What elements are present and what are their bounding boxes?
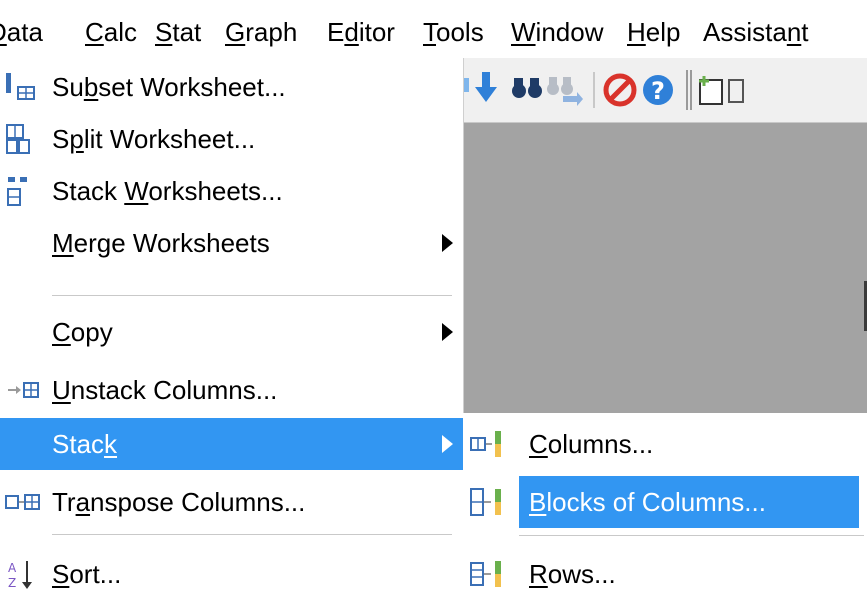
- menu-stat[interactable]: Stat: [155, 0, 201, 58]
- sort-icon: A Z: [8, 561, 32, 590]
- menu-item-copy[interactable]: Copy: [0, 306, 463, 358]
- stack-submenu: Columns... Blocks of Columns... Rows...: [463, 413, 867, 600]
- menu-item-label: Transpose Columns...: [52, 487, 306, 517]
- menu-tools[interactable]: Tools: [423, 0, 484, 58]
- menu-calc[interactable]: Calc: [85, 0, 137, 58]
- menu-assistant[interactable]: Assistant: [703, 0, 809, 58]
- transpose-columns-icon: [5, 494, 40, 510]
- menu-item-label: Merge Worksheets: [52, 228, 270, 258]
- help-icon[interactable]: ?: [643, 75, 673, 105]
- menu-item-sort[interactable]: A Z Sort...: [0, 548, 463, 600]
- menu-item-subset-worksheet[interactable]: Subset Worksheet...: [0, 61, 463, 113]
- down-arrow-icon[interactable]: [475, 72, 497, 102]
- submenu-item-label: Blocks of Columns...: [519, 476, 859, 528]
- svg-text:A: A: [8, 561, 17, 575]
- submenu-arrow-icon: [442, 234, 453, 252]
- toolbar: ?: [463, 58, 867, 123]
- menu-item-stack[interactable]: Stack: [0, 418, 463, 470]
- stack-blocks-icon: [470, 488, 501, 516]
- stack-rows-icon: [470, 561, 501, 587]
- submenu-item-blocks-of-columns[interactable]: Blocks of Columns...: [463, 476, 867, 528]
- menu-help[interactable]: Help: [627, 0, 680, 58]
- workspace-area: [463, 123, 867, 413]
- stop-icon[interactable]: [603, 73, 637, 107]
- menu-item-label: Split Worksheet...: [52, 124, 256, 154]
- menu-item-label: Copy: [52, 317, 113, 347]
- subset-worksheet-icon: [6, 73, 35, 100]
- menu-bar: Data Calc Stat Graph Editor Tools Window…: [0, 0, 867, 58]
- menu-separator: [52, 534, 452, 535]
- menu-window[interactable]: Window: [511, 0, 603, 58]
- menu-item-unstack-columns[interactable]: Unstack Columns...: [0, 364, 463, 416]
- stack-columns-icon: [470, 431, 501, 457]
- submenu-separator: [519, 535, 864, 536]
- svg-text:Z: Z: [8, 576, 16, 590]
- menu-data[interactable]: Data: [0, 0, 43, 58]
- new-note-icon[interactable]: [699, 76, 723, 105]
- menu-separator: [52, 295, 452, 296]
- menu-item-merge-worksheets[interactable]: Merge Worksheets: [0, 217, 463, 269]
- menu-item-label: Stack Worksheets...: [52, 176, 283, 206]
- submenu-item-label: Rows...: [529, 559, 616, 589]
- menu-item-label: Stack: [52, 429, 118, 459]
- svg-text:?: ?: [651, 77, 665, 105]
- menu-item-label: Subset Worksheet...: [52, 72, 286, 102]
- menu-item-split-worksheet[interactable]: Split Worksheet...: [0, 113, 463, 165]
- submenu-item-columns[interactable]: Columns...: [463, 418, 867, 470]
- find-next-icon[interactable]: [547, 77, 583, 106]
- unstack-columns-icon: [8, 382, 39, 398]
- menu-item-transpose-columns[interactable]: Transpose Columns...: [0, 476, 463, 528]
- submenu-item-label: Columns...: [529, 429, 654, 459]
- menu-item-label: Sort...: [52, 559, 122, 589]
- submenu-arrow-icon: [442, 435, 453, 453]
- menu-graph[interactable]: Graph: [225, 0, 297, 58]
- submenu-item-rows[interactable]: Rows...: [463, 548, 867, 600]
- menu-item-stack-worksheets[interactable]: Stack Worksheets...: [0, 165, 463, 217]
- submenu-arrow-icon: [442, 323, 453, 341]
- menu-item-label: Unstack Columns...: [52, 375, 278, 405]
- toolbar-icons: ?: [463, 70, 744, 110]
- menu-editor[interactable]: Editor: [327, 0, 395, 58]
- data-menu: Subset Worksheet... Split Worksheet... S…: [0, 58, 464, 600]
- stack-worksheets-icon: [7, 177, 27, 206]
- binoculars-icon[interactable]: [512, 78, 542, 98]
- split-worksheet-icon: [6, 124, 30, 154]
